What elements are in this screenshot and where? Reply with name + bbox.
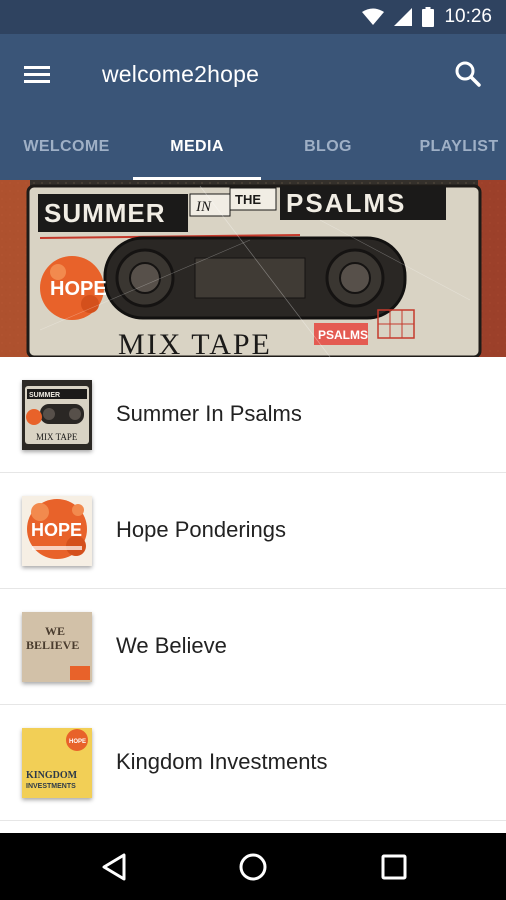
hero-banner[interactable]: SUMMER IN THE PSALMS HOPE PSALMS MIX TAP… [0, 180, 506, 357]
tab-blog[interactable]: BLOG [261, 116, 395, 180]
hero-mix-tape: MIX TAPE [118, 328, 272, 357]
media-item-summer-in-psalms[interactable]: SUMMER MIX TAPE Summer In Psalms [0, 357, 506, 473]
status-bar: 10:26 [0, 0, 506, 34]
hero-hope-logo: HOPE [50, 278, 107, 300]
app-title: welcome2hope [102, 61, 260, 87]
app-bar: welcome2hope [0, 34, 506, 116]
media-thumbnail: HOPE [22, 496, 92, 566]
we-believe-thumbnail-art: WE BELIEVE [22, 612, 92, 682]
media-thumbnail: HOPE KINGDOM INVESTMENTS [22, 728, 92, 798]
recents-square-icon [381, 854, 407, 880]
media-item-hope-ponderings[interactable]: HOPE Hope Ponderings [0, 473, 506, 589]
mix-tape-thumbnail-art: SUMMER MIX TAPE [22, 380, 92, 450]
tab-welcome[interactable]: WELCOME [0, 116, 133, 180]
media-item-we-believe[interactable]: WE BELIEVE We Believe [0, 589, 506, 705]
home-button[interactable] [236, 850, 270, 884]
recents-button[interactable] [377, 850, 411, 884]
system-nav-bar [0, 833, 506, 900]
media-thumbnail: SUMMER MIX TAPE [22, 380, 92, 450]
battery-icon [422, 7, 435, 27]
svg-text:HOPE: HOPE [69, 739, 86, 745]
svg-text:MIX TAPE: MIX TAPE [36, 432, 78, 442]
menu-button[interactable] [22, 61, 56, 89]
kingdom-thumbnail-art: HOPE KINGDOM INVESTMENTS [22, 728, 92, 798]
svg-text:KINGDOM: KINGDOM [26, 770, 78, 781]
media-list: SUMMER MIX TAPE Summer In Psalms HOPE Ho… [0, 357, 506, 821]
hero-artwork: SUMMER IN THE PSALMS HOPE PSALMS MIX TAP… [0, 180, 506, 357]
hope-thumbnail-art: HOPE [22, 496, 92, 566]
status-time: 10:26 [444, 6, 492, 27]
hero-title-the: THE [235, 192, 261, 207]
tab-bar: WELCOME MEDIA BLOG PLAYLIST [0, 116, 506, 180]
media-item-title: Hope Ponderings [116, 517, 287, 542]
media-thumbnail: WE BELIEVE [22, 612, 92, 682]
cell-signal-icon [394, 8, 413, 26]
hamburger-menu-icon [24, 66, 50, 83]
media-item-title: Kingdom Investments [116, 749, 328, 774]
hero-psalms-label: PSALMS [318, 328, 368, 342]
search-icon [455, 61, 481, 87]
svg-text:HOPE: HOPE [31, 520, 82, 540]
media-item-title: Summer In Psalms [116, 401, 302, 426]
svg-text:WE: WE [45, 624, 65, 638]
search-button[interactable] [452, 58, 484, 90]
media-item-kingdom-investments[interactable]: HOPE KINGDOM INVESTMENTS Kingdom Investm… [0, 705, 506, 821]
svg-text:BELIEVE: BELIEVE [26, 638, 79, 652]
media-item-title: We Believe [116, 633, 227, 658]
hero-title-in: IN [195, 199, 212, 215]
wifi-icon [362, 8, 385, 25]
back-triangle-icon [102, 853, 126, 881]
hero-title-psalms: PSALMS [286, 188, 406, 218]
svg-text:SUMMER: SUMMER [29, 392, 60, 399]
svg-text:INVESTMENTS: INVESTMENTS [26, 783, 76, 790]
home-circle-icon [239, 853, 267, 881]
tab-playlist[interactable]: PLAYLIST [395, 116, 506, 180]
tab-media[interactable]: MEDIA [133, 116, 261, 180]
back-button[interactable] [98, 850, 132, 884]
hero-title-summer: SUMMER [44, 198, 166, 228]
